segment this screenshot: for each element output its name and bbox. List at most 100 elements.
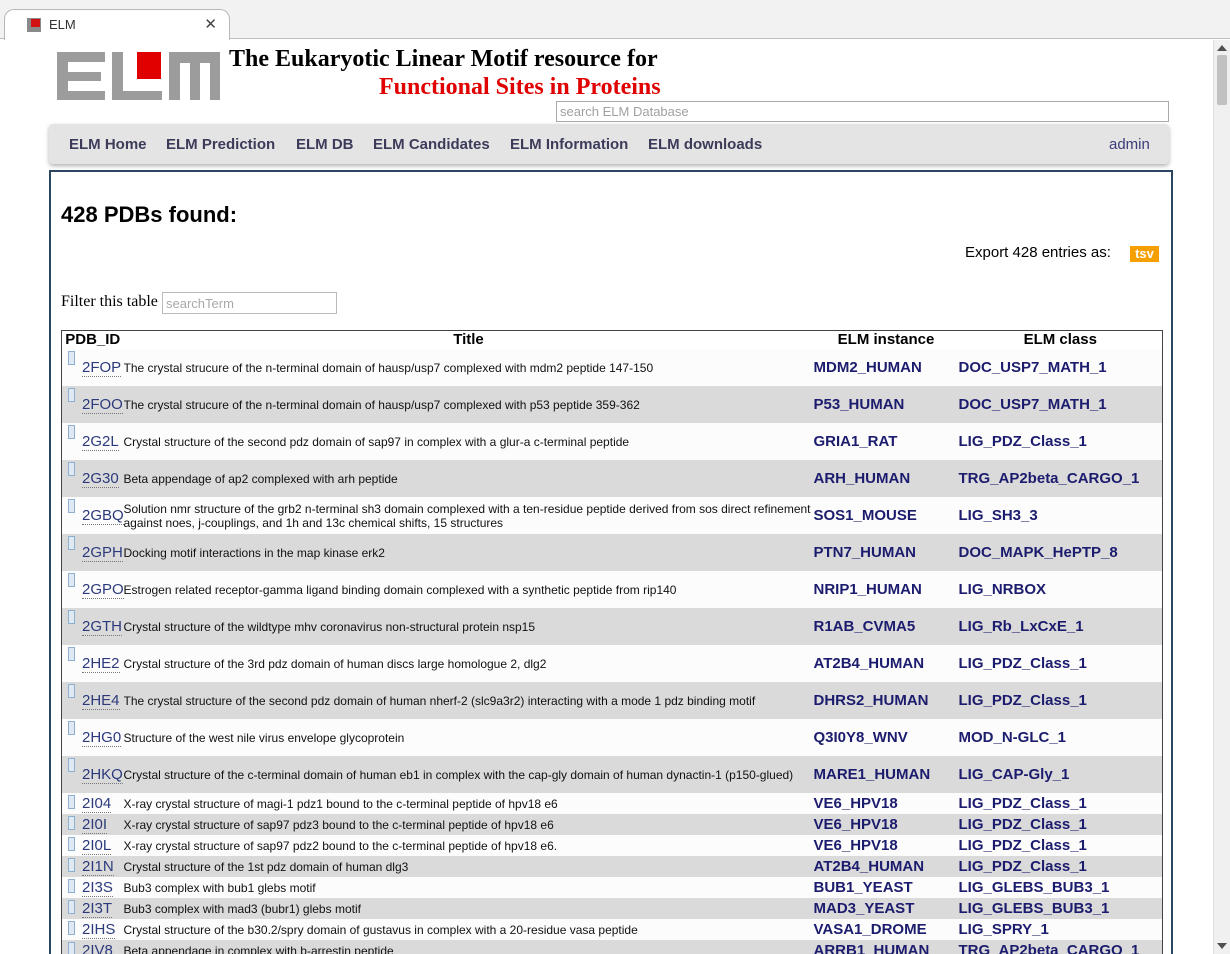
elm-instance-link[interactable]: BUB1_YEAST [814,879,913,896]
export-tsv-button[interactable]: tsv [1130,246,1159,262]
elm-class-link[interactable]: LIG_GLEBS_BUB3_1 [959,879,1110,896]
nav-elm-home[interactable]: ELM Home [69,136,147,153]
nav-elm-candidates[interactable]: ELM Candidates [373,136,490,153]
elm-class-link[interactable]: LIG_CAP-Gly_1 [959,766,1070,783]
elm-instance-link[interactable]: VASA1_DROME [814,921,927,938]
pdb-title-cell: Beta appendage in complex with b-arresti… [123,940,814,954]
elm-instance-link[interactable]: P53_HUMAN [814,396,905,413]
elm-class-link[interactable]: LIG_PDZ_Class_1 [959,655,1087,672]
scroll-up-arrow-icon[interactable] [1217,45,1227,51]
elm-instance-link[interactable]: VE6_HPV18 [814,795,898,812]
elm-instance-link[interactable]: NRIP1_HUMAN [814,581,922,598]
elm-instance-link[interactable]: R1AB_CVMA5 [814,618,916,635]
elm-class-link[interactable]: DOC_MAPK_HePTP_8 [959,544,1118,561]
col-header-title[interactable]: Title [124,331,814,350]
elm-class-link[interactable]: DOC_USP7_MATH_1 [959,396,1107,413]
pdb-title: Crystal structure of the 1st pdz domain … [123,859,409,874]
pdb-id-link[interactable]: 2FOO [82,396,123,414]
col-header-elm-class[interactable]: ELM class [959,331,1163,350]
nav-elm-prediction[interactable]: ELM Prediction [166,136,275,153]
table-row: 2I0L X-ray crystal structure of sap97 pdz… [61,835,1163,856]
elm-instance-link[interactable]: MDM2_HUMAN [814,359,922,376]
elm-logo[interactable] [57,52,221,102]
elm-instance-cell: VASA1_DROME [813,919,959,940]
elm-class-link[interactable]: TRG_AP2beta_CARGO_1 [959,942,1140,954]
pdb-id-link[interactable]: 2IHS [82,921,116,939]
nav-elm-db[interactable]: ELM DB [296,136,354,153]
pdb-id-link[interactable]: 2HG0 [82,729,122,747]
filter-input[interactable] [162,292,337,314]
elm-instance-link[interactable]: PTN7_HUMAN [814,544,917,561]
elm-class-link[interactable]: LIG_NRBOX [959,581,1047,598]
pdb-title-cell: X-ray crystal structure of sap97 pdz3 bo… [123,814,814,835]
elm-class-link[interactable]: MOD_N-GLC_1 [959,729,1067,746]
elm-instance-link[interactable]: MARE1_HUMAN [814,766,931,783]
elm-instance-link[interactable]: GRIA1_RAT [814,433,898,450]
pdb-title-cell: The crystal structure of the second pdz … [123,682,814,719]
pdb-id-link[interactable]: 2I04 [82,795,112,813]
close-tab-icon[interactable]: ✕ [204,15,217,33]
scroll-down-arrow-icon[interactable] [1217,943,1227,949]
elm-instance-link[interactable]: ARH_HUMAN [814,470,911,487]
elm-class-link[interactable]: LIG_PDZ_Class_1 [959,816,1087,833]
elm-instance-link[interactable]: AT2B4_HUMAN [814,655,925,672]
elm-class-link[interactable]: LIG_GLEBS_BUB3_1 [959,900,1110,917]
pdb-id-link[interactable]: 2GPO [82,581,124,599]
elm-class-link[interactable]: LIG_PDZ_Class_1 [959,433,1087,450]
nav-admin-link[interactable]: admin [1109,136,1169,153]
elm-class-cell: LIG_GLEBS_BUB3_1 [958,898,1163,919]
pdb-id-link[interactable]: 2IV8 [82,942,113,954]
elm-class-cell: LIG_PDZ_Class_1 [958,814,1163,835]
pdb-id-link[interactable]: 2G2L [82,433,119,451]
pdb-id-link[interactable]: 2I3S [82,879,113,897]
elm-class-link[interactable]: DOC_USP7_MATH_1 [959,359,1107,376]
pdb-file-icon [68,351,75,365]
elm-class-link[interactable]: LIG_PDZ_Class_1 [959,837,1087,854]
elm-class-link[interactable]: LIG_PDZ_Class_1 [959,692,1087,709]
pdb-id-link[interactable]: 2G30 [82,470,119,488]
pdb-id-cell: 2HE4 [61,682,124,719]
elm-class-cell: LIG_CAP-Gly_1 [958,756,1163,793]
col-header-elm-instance[interactable]: ELM instance [814,331,959,350]
pdb-id-link[interactable]: 2I0I [82,816,108,834]
pdb-id-link[interactable]: 2HE4 [82,692,120,710]
pdb-id-link[interactable]: 2I0L [82,837,112,855]
pdb-id-link[interactable]: 2GTH [82,618,123,636]
pdb-title-cell: Crystal structure of the wildtype mhv co… [123,608,814,645]
elm-class-link[interactable]: LIG_SPRY_1 [959,921,1049,938]
nav-elm-downloads[interactable]: ELM downloads [648,136,762,153]
elm-class-link[interactable]: LIG_PDZ_Class_1 [959,795,1087,812]
elm-class-link[interactable]: TRG_AP2beta_CARGO_1 [959,470,1140,487]
pdb-id-link[interactable]: 2HKQ [82,766,123,784]
elm-instance-link[interactable]: VE6_HPV18 [814,816,898,833]
pdb-id-link[interactable]: 2I1N [82,858,114,876]
nav-elm-information[interactable]: ELM Information [510,136,628,153]
elm-instance-link[interactable]: ARRB1_HUMAN [814,942,930,954]
pdb-file-icon [68,499,75,513]
elm-instance-link[interactable]: DHRS2_HUMAN [814,692,929,709]
vertical-scrollbar[interactable] [1213,40,1230,954]
table-row: 2HG0 Structure of the west nile virus env… [61,719,1163,756]
elm-class-cell: LIG_SPRY_1 [958,919,1163,940]
pdb-id-cell: 2GPH [61,534,124,571]
elm-instance-cell: VE6_HPV18 [813,814,959,835]
search-input[interactable] [556,101,1169,122]
pdb-id-link[interactable]: 2GPH [82,544,123,562]
scroll-thumb[interactable] [1217,55,1227,105]
pdb-id-link[interactable]: 2HE2 [82,655,120,673]
pdb-title-cell: Bub3 complex with mad3 (bubr1) glebs mot… [123,898,814,919]
col-header-pdb-id[interactable]: PDB_ID [62,331,124,350]
elm-instance-link[interactable]: SOS1_MOUSE [814,507,917,524]
elm-class-link[interactable]: LIG_PDZ_Class_1 [959,858,1087,875]
filter-label: Filter this table [61,293,158,310]
elm-instance-link[interactable]: MAD3_YEAST [814,900,915,917]
elm-class-link[interactable]: LIG_Rb_LxCxE_1 [959,618,1084,635]
pdb-id-link[interactable]: 2FOP [82,359,122,377]
elm-instance-link[interactable]: Q3I0Y8_WNV [814,729,908,746]
elm-instance-link[interactable]: VE6_HPV18 [814,837,898,854]
pdb-id-link[interactable]: 2I3T [82,900,113,918]
elm-class-link[interactable]: LIG_SH3_3 [959,507,1038,524]
elm-instance-link[interactable]: AT2B4_HUMAN [814,858,925,875]
pdb-id-link[interactable]: 2GBQ [82,507,124,525]
browser-tab[interactable]: ELM ✕ [4,9,230,40]
